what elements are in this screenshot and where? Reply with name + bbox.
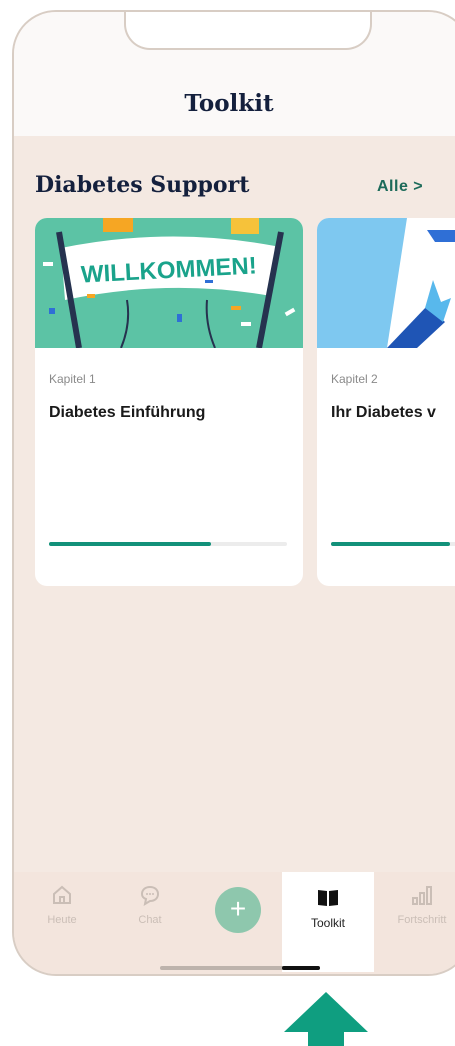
page-title: Toolkit [184, 90, 274, 117]
course-title: Ihr Diabetes v [331, 404, 436, 421]
chat-icon [140, 885, 160, 906]
tab-fortschritt[interactable]: Fortschritt [382, 884, 455, 926]
arrow-up-icon [284, 992, 368, 1046]
phone-hand-illustration [317, 218, 455, 348]
tab-label: Heute [47, 914, 77, 926]
chapter-label: Kapitel 1 [49, 372, 96, 386]
phone-frame: Toolkit Diabetes Support Alle > WILLKOMM… [12, 10, 455, 976]
bar-chart-icon [412, 886, 432, 905]
add-button[interactable]: + [215, 887, 261, 933]
see-all-link[interactable]: Alle > [377, 178, 423, 196]
course-card-2[interactable]: Kapitel 2 Ihr Diabetes v [317, 218, 455, 586]
course-card-1[interactable]: WILLKOMMEN! Kapitel 1 Diabetes Einführun… [35, 218, 303, 586]
tab-label: Chat [138, 914, 162, 926]
progress-fill [49, 542, 211, 546]
welcome-banner-illustration: WILLKOMMEN! [35, 218, 303, 348]
phone-notch [124, 12, 372, 50]
book-icon [318, 890, 338, 906]
tab-chat[interactable]: Chat [110, 884, 190, 926]
plus-icon: + [229, 893, 247, 924]
progress-fill [331, 542, 450, 546]
tab-bar: Heute Chat + Toolkit Fortschritt [14, 872, 455, 974]
section-title: Diabetes Support [35, 172, 250, 198]
home-icon [53, 885, 71, 904]
home-indicator-segment [282, 966, 320, 970]
course-title: Diabetes Einführung [49, 404, 206, 421]
tab-label: Toolkit [310, 916, 345, 930]
tab-toolkit[interactable]: Toolkit [282, 872, 374, 972]
progress-bar [49, 542, 287, 546]
progress-bar [331, 542, 455, 546]
tab-label: Fortschritt [397, 914, 447, 926]
tab-heute[interactable]: Heute [22, 884, 102, 926]
chapter-label: Kapitel 2 [331, 372, 378, 386]
